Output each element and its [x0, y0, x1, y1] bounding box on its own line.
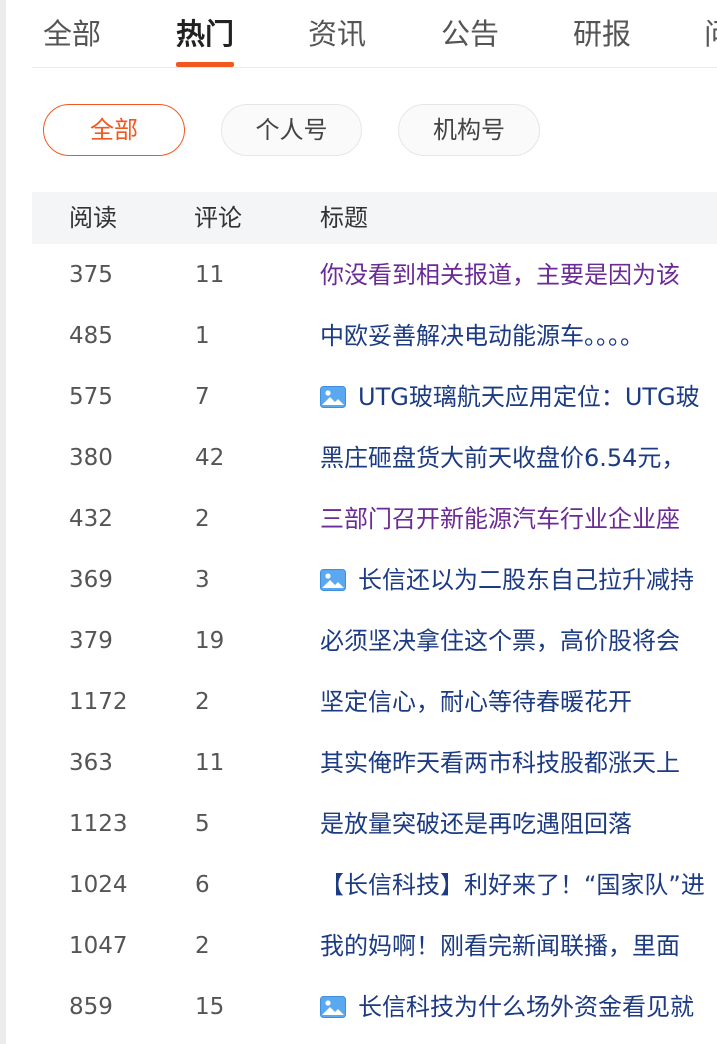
- post-title-link[interactable]: 长信科技为什么场外资金看见就: [320, 977, 717, 1038]
- table-row: 379 19 必须坚决拿住这个票，高价股将会: [32, 611, 717, 672]
- post-title-text: 黑庄砸盘货大前天收盘价6.54元，: [320, 444, 686, 472]
- table-row: 1172 2 坚定信心，耐心等待春暖花开: [32, 672, 717, 733]
- post-title-text: 必须坚决拿住这个票，高价股将会: [320, 627, 680, 655]
- tab-qa[interactable]: 问: [704, 14, 717, 54]
- post-title-text: 【长信科技】利好来了！“国家队”进: [320, 871, 705, 899]
- table-row: 363 11 其实俺昨天看两市科技股都涨天上: [32, 733, 717, 794]
- left-edge-strip: [0, 0, 6, 1044]
- read-count: 575: [69, 384, 113, 410]
- post-title-link[interactable]: 黑庄砸盘货大前天收盘价6.54元，: [320, 428, 717, 489]
- tab-label: 资讯: [308, 17, 367, 51]
- comment-count: 7: [195, 384, 210, 410]
- post-title-link[interactable]: 长信还以为二股东自己拉升减持: [320, 550, 717, 611]
- tab-hot[interactable]: 热门: [176, 14, 235, 67]
- active-tab-underline: [176, 62, 235, 67]
- read-count: 1123: [69, 811, 128, 837]
- table-row: 1024 6 【长信科技】利好来了！“国家队”进: [32, 855, 717, 916]
- comment-count: 15: [195, 994, 225, 1020]
- tab-announcements[interactable]: 公告: [441, 14, 499, 54]
- filter-label: 全部: [90, 116, 138, 144]
- header-reads[interactable]: 阅读: [69, 192, 117, 244]
- post-title-text: UTG玻璃航天应用定位：UTG玻: [358, 383, 700, 411]
- image-icon: [320, 980, 346, 1018]
- read-count: 485: [69, 323, 113, 349]
- post-title-text: 你没看到相关报道，主要是因为该: [320, 261, 680, 289]
- read-count: 1047: [69, 933, 128, 959]
- read-count: 375: [69, 262, 113, 288]
- table-header: 阅读 评论 标题: [32, 192, 717, 244]
- post-title-link[interactable]: 【长信科技】利好来了！“国家队”进: [320, 855, 717, 916]
- filter-institution-button[interactable]: 机构号: [398, 104, 540, 156]
- read-count: 859: [69, 994, 113, 1020]
- post-title-text: 我的妈啊！刚看完新闻联播，里面: [320, 932, 680, 960]
- tab-label: 热门: [176, 17, 235, 51]
- read-count: 379: [69, 628, 113, 654]
- tab-all[interactable]: 全部: [43, 14, 101, 54]
- image-icon: [320, 370, 346, 408]
- table-row: 859 15 长信科技为什么场外资金看见就: [32, 977, 717, 1038]
- filter-personal-button[interactable]: 个人号: [221, 104, 362, 156]
- table-row: 1123 5 是放量突破还是再吃遇阻回落: [32, 794, 717, 855]
- post-list: 375 11 你没看到相关报道，主要是因为该 485 1 中欧妥善解决电动能源车。。。。 5…: [32, 245, 717, 1038]
- comment-count: 11: [195, 262, 225, 288]
- read-count: 363: [69, 750, 113, 776]
- post-title-link[interactable]: 坚定信心，耐心等待春暖花开: [320, 672, 717, 733]
- header-comments[interactable]: 评论: [194, 192, 242, 244]
- post-title-link[interactable]: 我的妈啊！刚看完新闻联播，里面: [320, 916, 717, 977]
- tab-news[interactable]: 资讯: [308, 14, 366, 54]
- tab-label: 全部: [43, 17, 102, 51]
- comment-count: 2: [195, 506, 210, 532]
- read-count: 380: [69, 445, 113, 471]
- post-title-link[interactable]: UTG玻璃航天应用定位：UTG玻: [320, 367, 717, 428]
- table-row: 432 2 三部门召开新能源汽车行业企业座: [32, 489, 717, 550]
- post-title-link[interactable]: 中欧妥善解决电动能源车。。。。: [320, 306, 717, 367]
- read-count: 432: [69, 506, 113, 532]
- post-title-link[interactable]: 其实俺昨天看两市科技股都涨天上: [320, 733, 717, 794]
- tab-label: 问: [704, 17, 717, 51]
- table-row: 1047 2 我的妈啊！刚看完新闻联播，里面: [32, 916, 717, 977]
- tab-research[interactable]: 研报: [573, 14, 631, 54]
- comment-count: 2: [195, 689, 210, 715]
- comment-count: 2: [195, 933, 210, 959]
- header-title: 标题: [320, 204, 368, 232]
- post-title-text: 坚定信心，耐心等待春暖花开: [320, 688, 632, 716]
- table-row: 369 3 长信还以为二股东自己拉升减持: [32, 550, 717, 611]
- tab-label: 研报: [573, 17, 632, 51]
- table-row: 485 1 中欧妥善解决电动能源车。。。。: [32, 306, 717, 367]
- read-count: 1024: [69, 872, 128, 898]
- filter-label: 机构号: [433, 116, 505, 144]
- comment-count: 5: [195, 811, 210, 837]
- filter-label: 个人号: [255, 116, 328, 144]
- post-title-text: 是放量突破还是再吃遇阻回落: [320, 810, 632, 838]
- filter-all-button[interactable]: 全部: [43, 104, 185, 156]
- post-title-link[interactable]: 是放量突破还是再吃遇阻回落: [320, 794, 717, 855]
- post-title-link[interactable]: 你没看到相关报道，主要是因为该: [320, 245, 717, 306]
- table-row: 380 42 黑庄砸盘货大前天收盘价6.54元，: [32, 428, 717, 489]
- top-tab-bar: 全部 热门 资讯 公告 研报 问: [32, 0, 717, 68]
- comment-count: 3: [195, 567, 210, 593]
- post-title-link[interactable]: 三部门召开新能源汽车行业企业座: [320, 489, 717, 550]
- comment-count: 42: [195, 445, 225, 471]
- tab-label: 公告: [441, 17, 500, 51]
- comment-count: 19: [195, 628, 225, 654]
- image-icon: [320, 553, 346, 591]
- post-title-text: 其实俺昨天看两市科技股都涨天上: [320, 749, 680, 777]
- comment-count: 11: [195, 750, 225, 776]
- comment-count: 1: [195, 323, 210, 349]
- post-title-text: 长信还以为二股东自己拉升减持: [358, 566, 694, 594]
- table-row: 575 7 UTG玻璃航天应用定位：UTG玻: [32, 367, 717, 428]
- read-count: 369: [69, 567, 113, 593]
- post-title-link[interactable]: 必须坚决拿住这个票，高价股将会: [320, 611, 717, 672]
- post-title-text: 长信科技为什么场外资金看见就: [358, 993, 694, 1021]
- post-title-text: 中欧妥善解决电动能源车。。。。: [320, 322, 644, 350]
- comment-count: 6: [195, 872, 210, 898]
- table-row: 375 11 你没看到相关报道，主要是因为该: [32, 245, 717, 306]
- read-count: 1172: [69, 689, 128, 715]
- post-title-text: 三部门召开新能源汽车行业企业座: [320, 505, 680, 533]
